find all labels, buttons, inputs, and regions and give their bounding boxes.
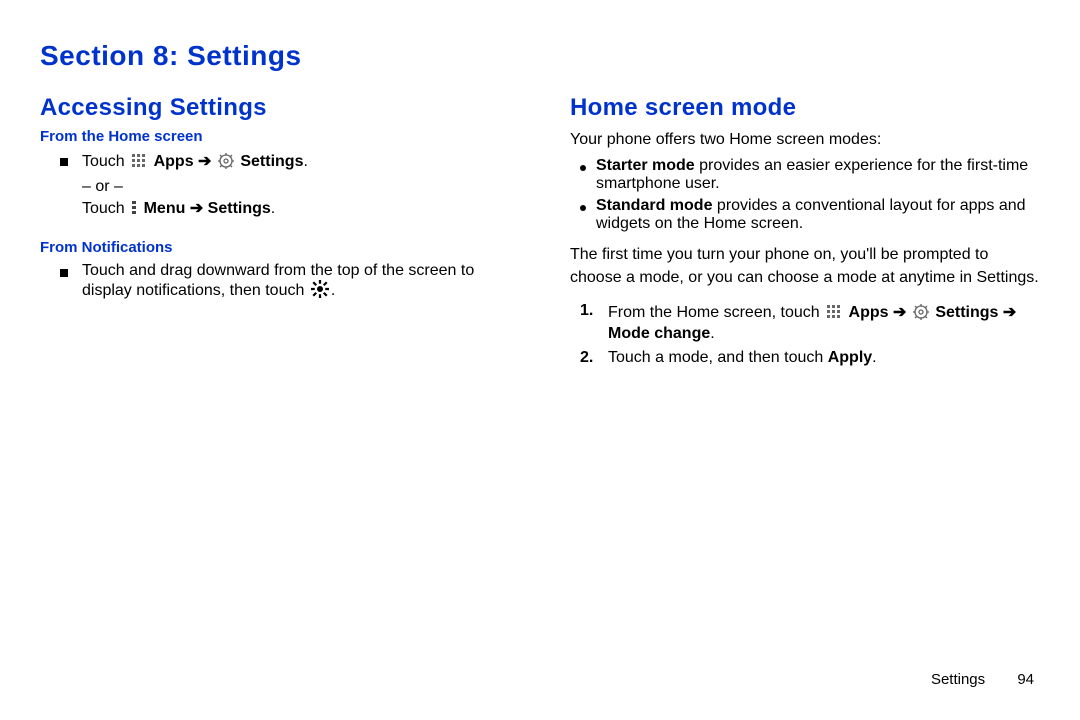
- standard-mode-label: Standard mode: [596, 197, 712, 214]
- step-text: From the Home screen, touch Apps ➔: [608, 302, 1040, 343]
- text: Touch: [82, 153, 129, 170]
- right-column: Home screen mode Your phone offers two H…: [570, 94, 1040, 373]
- period: .: [271, 200, 275, 217]
- step-number: 1.: [580, 302, 598, 320]
- home-screen-mode-heading: Home screen mode: [570, 94, 1040, 122]
- from-home-screen-subheading: From the Home screen: [40, 128, 510, 145]
- settings-gear-icon: [311, 280, 329, 303]
- apps-label: Apps: [849, 304, 889, 321]
- instruction-item: Touch Apps ➔: [40, 151, 510, 176]
- step-item: 1. From the Home screen, touch Apps ➔: [570, 302, 1040, 343]
- period: .: [710, 325, 714, 342]
- from-notifications-subheading: From Notifications: [40, 239, 510, 256]
- mode-item: Standard mode provides a conventional la…: [570, 197, 1040, 233]
- first-time-text: The first time you turn your phone on, y…: [570, 243, 1040, 289]
- arrow-icon: ➔: [893, 304, 906, 321]
- mode-item: Starter mode provides an easier experien…: [570, 157, 1040, 193]
- starter-mode-label: Starter mode: [596, 157, 695, 174]
- disc-bullet-icon: [580, 205, 586, 211]
- instruction-text-alt: Touch Menu ➔ Settings.: [40, 198, 510, 221]
- text: Touch a mode, and then touch: [608, 349, 828, 366]
- mode-text: Starter mode provides an easier experien…: [596, 157, 1040, 193]
- period: .: [303, 153, 307, 170]
- apps-label: Apps: [154, 153, 194, 170]
- arrow-icon: ➔: [198, 153, 211, 170]
- instruction-item: Touch and drag downward from the top of …: [40, 262, 510, 303]
- apps-grid-icon: [131, 153, 147, 174]
- step-text: Touch a mode, and then touch Apply.: [608, 349, 877, 367]
- menu-dots-icon: [131, 200, 137, 221]
- notification-instruction-text: Touch and drag downward from the top of …: [82, 262, 510, 303]
- square-bullet-icon: [60, 158, 68, 166]
- footer-section-label: Settings: [931, 671, 985, 688]
- text: Touch: [82, 200, 129, 217]
- text: Touch and drag downward from the top of …: [82, 262, 474, 299]
- page-footer: Settings 94: [931, 671, 1034, 688]
- section-title: Section 8: Settings: [40, 40, 1040, 72]
- page-number: 94: [1017, 671, 1034, 688]
- step-number: 2.: [580, 349, 598, 367]
- apply-label: Apply: [828, 349, 872, 366]
- or-divider-text: – or –: [40, 178, 510, 196]
- disc-bullet-icon: [580, 165, 586, 171]
- two-column-layout: Accessing Settings From the Home screen …: [40, 94, 1040, 373]
- intro-text: Your phone offers two Home screen modes:: [570, 128, 1040, 151]
- settings-gear-icon: [218, 153, 234, 174]
- settings-gear-icon: [913, 304, 929, 325]
- settings-label: Settings: [935, 304, 998, 321]
- period: .: [872, 349, 876, 366]
- mode-text: Standard mode provides a conventional la…: [596, 197, 1040, 233]
- instruction-text: Touch Apps ➔: [82, 151, 308, 176]
- apps-grid-icon: [826, 304, 842, 325]
- menu-settings-label: Menu ➔ Settings: [144, 200, 271, 217]
- square-bullet-icon: [60, 269, 68, 277]
- settings-label: Settings: [240, 153, 303, 170]
- left-column: Accessing Settings From the Home screen …: [40, 94, 510, 373]
- accessing-settings-heading: Accessing Settings: [40, 94, 510, 122]
- text: From the Home screen, touch: [608, 304, 824, 321]
- step-item: 2. Touch a mode, and then touch Apply.: [570, 349, 1040, 367]
- period: .: [331, 282, 335, 299]
